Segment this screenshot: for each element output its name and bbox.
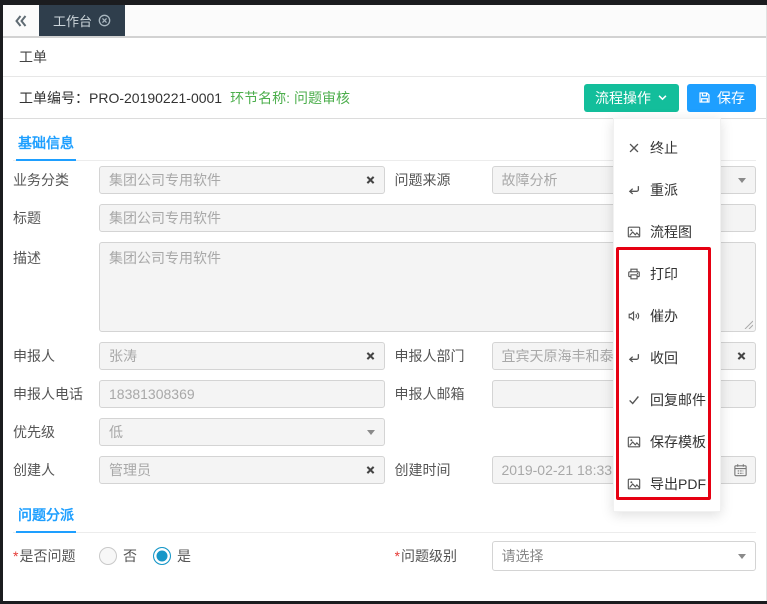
- image-icon: [627, 435, 641, 449]
- field-label-is-problem: *是否问题: [13, 546, 99, 566]
- field-label-reporter-email: 申报人邮箱: [395, 384, 492, 404]
- priority-select[interactable]: 低: [99, 418, 385, 446]
- tab-bar: 工作台: [3, 5, 766, 38]
- image-icon: [627, 477, 641, 491]
- is-problem-radio-group: 否 是: [99, 546, 385, 566]
- menu-item-reassign[interactable]: 重派: [614, 169, 720, 211]
- field-label-business-category: 业务分类: [13, 170, 99, 190]
- reporter-input[interactable]: 张涛: [99, 342, 385, 370]
- page-title: 工单: [19, 47, 47, 67]
- field-label-reporter-phone: 申报人电话: [13, 384, 99, 404]
- calendar-icon[interactable]: [733, 463, 748, 478]
- priority-value: 低: [109, 422, 123, 442]
- image-icon: [627, 225, 641, 239]
- reporter-phone-value: 18381308369: [109, 386, 195, 402]
- description-value: 集团公司专用软件: [109, 248, 221, 268]
- tab-label: 工作台: [53, 11, 92, 30]
- caret-down-icon: [367, 430, 375, 435]
- tab-close-icon[interactable]: [98, 14, 111, 27]
- save-label: 保存: [717, 88, 745, 108]
- radio-no-label: 否: [123, 546, 137, 566]
- reporter-phone-input[interactable]: 18381308369: [99, 380, 385, 408]
- menu-item-label: 流程图: [650, 222, 692, 242]
- field-label-create-time: 创建时间: [395, 460, 492, 480]
- clear-icon[interactable]: [736, 351, 747, 362]
- menu-item-label: 打印: [650, 264, 678, 284]
- return-arrow-icon: [627, 351, 641, 365]
- flow-actions-button[interactable]: 流程操作: [584, 84, 679, 112]
- window-frame-top: [0, 0, 767, 5]
- page-header: 工单: [3, 38, 766, 77]
- caret-down-icon: [738, 178, 746, 183]
- tab-workbench[interactable]: 工作台: [39, 5, 125, 36]
- chevron-down-icon: [657, 92, 668, 103]
- menu-item-save-template[interactable]: 保存模板: [614, 421, 720, 463]
- radio-no[interactable]: [99, 547, 117, 565]
- creator-input[interactable]: 管理员: [99, 456, 385, 484]
- caret-down-icon: [738, 554, 746, 559]
- section-basic-title: 基础信息: [16, 131, 76, 161]
- required-asterisk: *: [13, 548, 18, 564]
- menu-item-withdraw[interactable]: 收回: [614, 337, 720, 379]
- menu-item-print[interactable]: 打印: [614, 253, 720, 295]
- menu-item-label: 导出PDF: [650, 474, 706, 494]
- problem-level-placeholder: 请选择: [502, 546, 544, 566]
- flow-actions-menu: 终止 重派 流程图 打印 催办 收回 回复邮件 保存模板 导出PDF: [613, 118, 721, 512]
- title-value: 集团公司专用软件: [109, 208, 221, 228]
- clear-icon[interactable]: [365, 175, 376, 186]
- menu-item-terminate[interactable]: 终止: [614, 127, 720, 169]
- save-button[interactable]: 保存: [687, 84, 756, 112]
- problem-source-value: 故障分析: [502, 170, 558, 190]
- business-category-value: 集团公司专用软件: [109, 170, 221, 190]
- chevrons-left-icon: [13, 13, 29, 29]
- clear-icon[interactable]: [365, 351, 376, 362]
- x-icon: [627, 141, 641, 155]
- menu-item-urge[interactable]: 催办: [614, 295, 720, 337]
- field-label-description: 描述: [13, 248, 99, 268]
- window-frame-left: [0, 0, 3, 604]
- field-label-reporter: 申报人: [13, 346, 99, 366]
- menu-item-export-pdf[interactable]: 导出PDF: [614, 463, 720, 505]
- step-name-value: 问题审核: [294, 88, 350, 108]
- radio-yes[interactable]: [153, 547, 171, 565]
- menu-item-label: 保存模板: [650, 432, 706, 452]
- menu-item-label: 收回: [650, 348, 678, 368]
- collapse-tabs-button[interactable]: [3, 5, 39, 36]
- required-asterisk: *: [395, 548, 400, 564]
- clear-icon[interactable]: [365, 465, 376, 476]
- create-time-value: 2019-02-21 18:33:42: [502, 462, 632, 478]
- menu-item-label: 终止: [650, 138, 678, 158]
- save-icon: [698, 91, 711, 104]
- field-label-title: 标题: [13, 208, 99, 228]
- section-dispatch-title: 问题分派: [16, 503, 76, 533]
- speaker-icon: [627, 309, 641, 323]
- toolbar: 工单编号： PRO-20190221-0001 环节名称: 问题审核 流程操作 …: [3, 77, 766, 119]
- radio-yes-label: 是: [177, 546, 191, 566]
- order-number-label: 工单编号：: [19, 88, 89, 108]
- resize-grip-icon[interactable]: [743, 319, 753, 329]
- return-arrow-icon: [627, 183, 641, 197]
- menu-item-reply-email[interactable]: 回复邮件: [614, 379, 720, 421]
- check-icon: [627, 393, 641, 407]
- business-category-input[interactable]: 集团公司专用软件: [99, 166, 385, 194]
- menu-item-label: 回复邮件: [650, 390, 706, 410]
- printer-icon: [627, 267, 641, 281]
- menu-item-label: 催办: [650, 306, 678, 326]
- flow-actions-label: 流程操作: [595, 88, 651, 108]
- problem-level-select[interactable]: 请选择: [492, 541, 757, 571]
- field-label-creator: 创建人: [13, 460, 99, 480]
- order-number-value: PRO-20190221-0001: [89, 90, 222, 106]
- creator-value: 管理员: [109, 460, 151, 480]
- field-label-problem-level: *问题级别: [395, 546, 492, 566]
- menu-item-label: 重派: [650, 180, 678, 200]
- step-name-label: 环节名称:: [230, 88, 290, 108]
- field-label-priority: 优先级: [13, 422, 99, 442]
- reporter-value: 张涛: [109, 346, 137, 366]
- menu-item-flowchart[interactable]: 流程图: [614, 211, 720, 253]
- field-label-reporter-dept: 申报人部门: [395, 346, 492, 366]
- field-label-problem-source: 问题来源: [395, 170, 492, 190]
